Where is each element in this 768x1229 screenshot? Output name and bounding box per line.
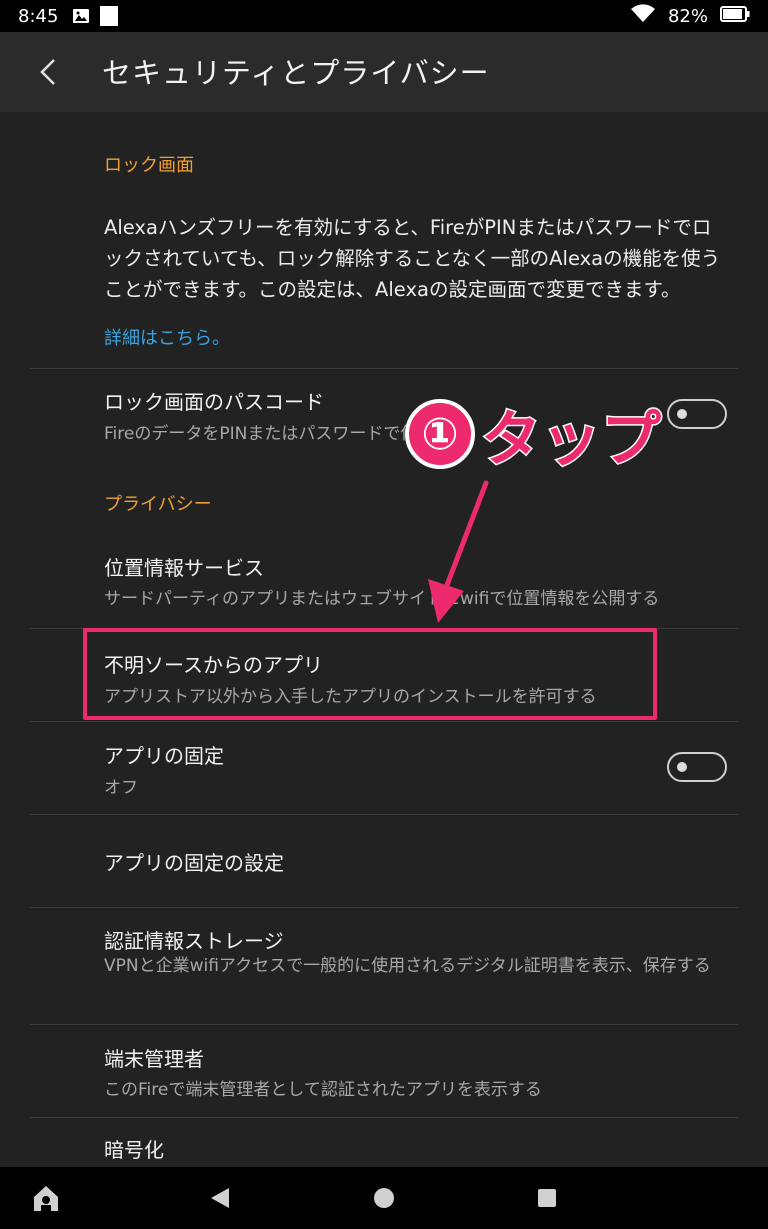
item-title: アプリの固定の設定 [104,851,284,875]
list-item-location-services[interactable]: 位置情報サービス サードパーティのアプリまたはウェブサイトにwifiで位置情報を… [0,532,768,628]
recents-square-icon[interactable] [530,1181,564,1215]
toggle-knob [677,409,687,419]
wifi-icon [630,3,656,29]
section-header-lock-screen: ロック画面 [104,155,194,176]
description-line: ックされていても、ロック解除することなく一部のAlexaの機能を使う [104,247,721,270]
list-item-device-administrators[interactable]: 端末管理者 このFireで端末管理者として認証されたアプリを表示する [0,1025,768,1117]
lock-screen-description: Alexaハンズフリーを有効にすると、FireがPINまたはパスワードでロ ック… [104,212,736,305]
item-title: 認証情報ストレージ [104,929,284,953]
status-bar: 8:45 82% [0,0,768,32]
item-title: 暗号化 [104,1138,164,1162]
image-icon [72,7,90,25]
arrow-icon [428,480,489,623]
back-button[interactable] [30,54,66,90]
battery-icon [720,5,750,27]
item-subtitle: サードパーティのアプリまたはウェブサイトにwifiで位置情報を公開する [104,589,660,609]
callout-number: ① [405,399,475,469]
item-subtitle: VPNと企業wifiアクセスで一般的に使用されるデジタル証明書を表示、保存する [104,956,711,976]
item-subtitle: FireのデータをPINまたはパスワードで保護 [104,424,435,444]
status-time: 8:45 [18,5,59,27]
home-circle-icon[interactable] [367,1181,401,1215]
navigation-bar [0,1167,768,1229]
tap-callout: ① タップ [405,394,663,476]
item-title: アプリの固定 [104,744,224,768]
app-pinning-toggle[interactable] [667,752,727,782]
item-title: ロック画面のパスコード [104,390,324,414]
chevron-left-icon [40,59,55,85]
home-icon[interactable] [29,1181,63,1215]
passcode-toggle[interactable] [667,399,727,429]
list-item-credential-storage[interactable]: 認証情報ストレージ VPNと企業wifiアクセスで一般的に使用されるデジタル証明… [0,908,768,1024]
item-title: 位置情報サービス [104,556,264,580]
list-item-encryption[interactable]: 暗号化 [0,1118,768,1167]
item-title: 端末管理者 [104,1047,204,1071]
description-line: ことができます。この設定は、Alexaの設定画面で変更できます。 [104,278,681,301]
details-link[interactable]: 詳細はこちら。 [104,324,230,350]
list-item-app-pinning[interactable]: アプリの固定 オフ [0,722,768,814]
section-header-privacy: プライバシー [104,494,212,515]
item-subtitle: このFireで端末管理者として認証されたアプリを表示する [104,1080,542,1100]
toggle-knob [677,762,687,772]
page-title: セキュリティとプライバシー [102,56,490,90]
notification-square-icon [100,6,119,26]
callout-text: タップ [480,403,663,476]
battery-percent: 82% [667,5,708,27]
app-bar: セキュリティとプライバシー [0,32,768,112]
item-subtitle: オフ [104,778,138,798]
highlight-box [83,628,657,720]
list-item-app-pinning-settings[interactable]: アプリの固定の設定 [0,815,768,907]
description-line: Alexaハンズフリーを有効にすると、FireがPINまたはパスワードでロ [104,216,712,239]
back-triangle-icon[interactable] [203,1181,237,1215]
